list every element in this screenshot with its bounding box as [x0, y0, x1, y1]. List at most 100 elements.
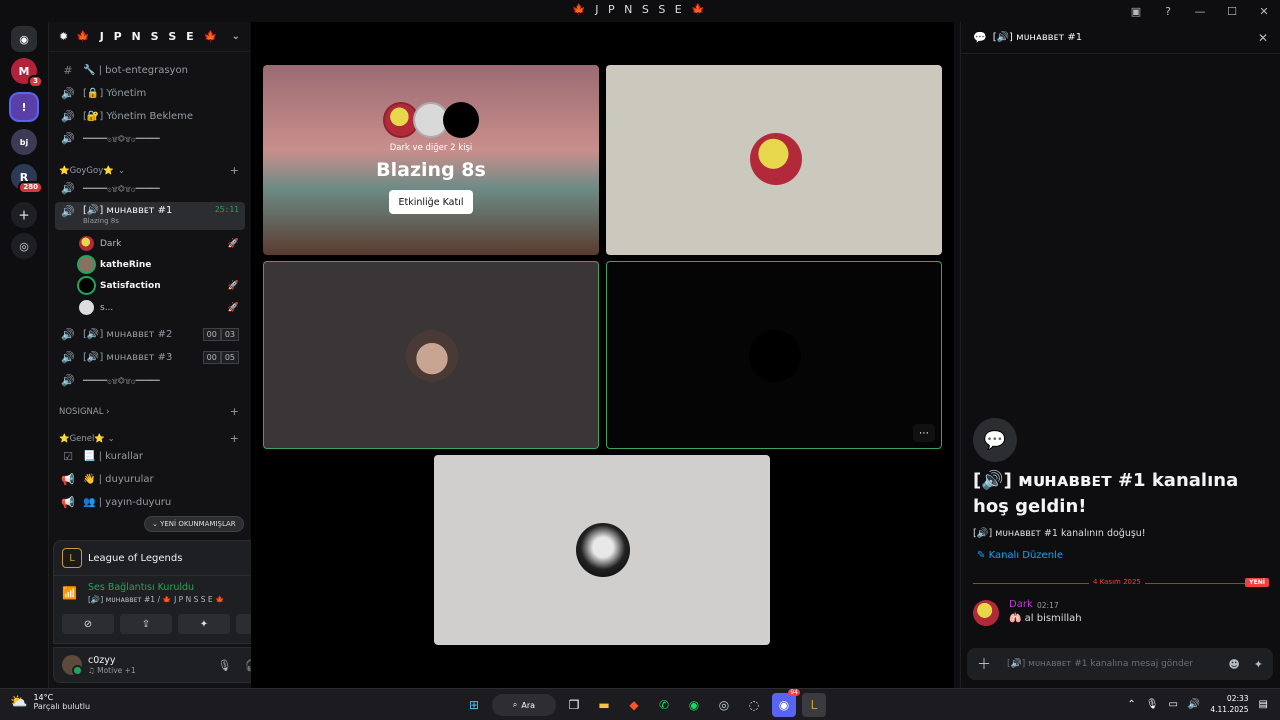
discord-home-icon[interactable]: ◉: [11, 26, 37, 52]
notifications-icon[interactable]: ▤: [1259, 699, 1268, 710]
help-icon[interactable]: ?: [1152, 0, 1184, 22]
server-label: !: [21, 100, 27, 114]
windows-start-icon[interactable]: ⊞: [462, 693, 486, 717]
category-label: ⭐GoyGoy⭐: [59, 165, 114, 176]
new-unreads-pill[interactable]: ⌄ YENİ OKUNMAMIŞLAR: [144, 516, 244, 532]
message-input[interactable]: [🔊] ᴍᴜʜᴀʙʙᴇᴛ #1 kanalına mesaj gönder: [1007, 659, 1193, 669]
channel-separator-2[interactable]: 🔊 ━━━━━۞۩⏣۩۞━━━━━: [55, 370, 245, 391]
camera-off-button[interactable]: ⊘: [62, 614, 114, 634]
join-activity-button[interactable]: Etkinliğe Katıl: [389, 190, 473, 214]
activity-subtitle: Dark ve diğer 2 kişi: [389, 143, 473, 153]
channel-yayin-duyuru[interactable]: 📢 👥 | yayın-duyuru: [55, 492, 245, 513]
weather-widget[interactable]: ⛅ 14°C Parçalı bulutlu: [10, 693, 90, 711]
app-icon[interactable]: ◌: [742, 693, 766, 717]
megaphone-icon: 📢: [61, 496, 75, 509]
server-header[interactable]: ✹ 🍁 J P N S S E 🍁 ⌄: [49, 22, 250, 52]
league-taskbar-icon[interactable]: L: [802, 693, 826, 717]
minimize-button[interactable]: —: [1184, 0, 1216, 22]
activity-tile[interactable]: Dark ve diğer 2 kişi Blazing 8s Etkinliğ…: [263, 65, 599, 255]
inbox-icon[interactable]: ▣: [1120, 0, 1152, 22]
screen-share-button[interactable]: ⇪: [120, 614, 172, 634]
category-genel[interactable]: ⭐Genel⭐ ⌄ +: [59, 432, 239, 445]
discord-taskbar-icon[interactable]: ◉ 94: [772, 689, 800, 717]
channel-kurallar[interactable]: ☑ 📃 | kurallar: [55, 446, 245, 467]
message-text: 🫁 al bismillah: [1009, 613, 1082, 624]
voice-user-s[interactable]: s... 🚀: [79, 298, 239, 317]
category-goygoy[interactable]: ⭐GoyGoy⭐ ⌄ +: [59, 164, 239, 177]
discover-icon[interactable]: ◎: [11, 233, 37, 259]
channel-duyurular[interactable]: 📢 👋 | duyurular: [55, 469, 245, 490]
hash-icon: #: [63, 64, 73, 77]
voice-tile-dark[interactable]: [606, 65, 942, 255]
channel-goygoy-separator[interactable]: 🔊 ━━━━━۞۩⏣۩۞━━━━━: [55, 178, 245, 199]
file-explorer-icon[interactable]: ▬: [592, 693, 616, 717]
add-channel-icon[interactable]: +: [230, 164, 239, 177]
voice-location[interactable]: [🔊] ᴍᴜʜᴀʙʙᴇᴛ #1 / 🍁 J P N S S E 🍁: [88, 595, 224, 604]
message-author[interactable]: Dark: [1009, 599, 1033, 610]
message-composer[interactable]: ＋ [🔊] ᴍᴜʜᴀʙʙᴇᴛ #1 kanalına mesaj gönder …: [967, 648, 1273, 680]
microphone-icon[interactable]: 🎙: [217, 659, 231, 672]
brave-browser-icon[interactable]: ◆: [622, 693, 646, 717]
steam-icon[interactable]: ◎: [712, 693, 736, 717]
edit-channel-link[interactable]: ✎ Kanalı Düzenle: [977, 550, 1063, 561]
volume-icon[interactable]: 🔊: [1188, 699, 1200, 710]
voice-tile-s[interactable]: [434, 455, 770, 645]
maximize-button[interactable]: ☐: [1216, 0, 1248, 22]
add-channel-icon[interactable]: +: [230, 405, 239, 418]
spotify-icon[interactable]: ◉: [682, 693, 706, 717]
taskbar-apps: ⊞ ⌕ Ara ❐ ▬ ◆ ✆ ◉ ◎ ◌ ◉ 94 L: [462, 689, 826, 717]
discord-badge: 94: [788, 689, 800, 696]
voice-tile-katherine[interactable]: [263, 261, 599, 449]
channel-muhabbet-1[interactable]: 🔊 [🔊] ᴍᴜʜᴀʙʙᴇᴛ #1 Blazing 8s 25:11: [55, 202, 245, 230]
clock[interactable]: 02:33 4.11.2025: [1210, 693, 1248, 715]
edit-channel-label: Kanalı Düzenle: [988, 550, 1063, 561]
activities-button[interactable]: ✦: [178, 614, 230, 634]
add-channel-icon[interactable]: +: [230, 432, 239, 445]
new-badge: YENİ: [1245, 578, 1269, 587]
more-options-icon[interactable]: ⋯: [913, 424, 935, 442]
network-icon[interactable]: ▭: [1168, 699, 1177, 710]
apps-icon[interactable]: ✦: [1254, 658, 1263, 671]
task-view-icon[interactable]: ❐: [562, 693, 586, 717]
channel-muhabbet-3[interactable]: 🔊 [🔊] ᴍᴜʜᴀʙʙᴇᴛ #3 00 05: [55, 347, 245, 368]
category-label: ⭐Genel⭐ ⌄: [59, 433, 115, 444]
avatar[interactable]: [62, 655, 83, 676]
add-server-icon[interactable]: ＋: [11, 202, 37, 228]
server-folder-icon[interactable]: bj: [11, 129, 37, 155]
voice-user-dark[interactable]: Dark 🚀: [79, 234, 239, 253]
avatar[interactable]: [973, 600, 999, 626]
speaker-icon: 🔊: [61, 374, 75, 387]
chevron-up-icon[interactable]: ⌃: [1127, 699, 1135, 710]
channel-yonetim-bekleme[interactable]: 🔊 [🔐] Yönetim Bekleme: [55, 106, 245, 127]
server-folder-icon-2[interactable]: R 280: [11, 164, 43, 194]
server-icon-jpnsse[interactable]: !: [11, 94, 37, 120]
voice-user-satisfaction[interactable]: Satisfaction 🚀: [79, 276, 239, 295]
channel-bot-entegrasyon[interactable]: # 🔧 | bot-entegrasyon: [55, 60, 245, 81]
whatsapp-icon[interactable]: ✆: [652, 693, 676, 717]
voice-status[interactable]: Ses Bağlantısı Kuruldu: [88, 582, 224, 593]
speaker-icon: 🔊: [61, 87, 75, 100]
voice-user-katherine[interactable]: katheRine: [79, 255, 239, 274]
avatar: [443, 102, 479, 138]
server-icon-m[interactable]: M 3: [11, 58, 43, 88]
microphone-icon[interactable]: 🎙: [1146, 699, 1159, 710]
emoji-icon[interactable]: ☻: [1228, 658, 1239, 671]
channel-muhabbet-2[interactable]: 🔊 [🔊] ᴍᴜʜᴀʙʙᴇᴛ #2 00 03: [55, 324, 245, 345]
category-nosignal[interactable]: NOSIGNAL › +: [59, 405, 239, 418]
close-button[interactable]: ✕: [1248, 0, 1280, 22]
close-icon[interactable]: ✕: [1258, 31, 1268, 45]
channel-label: ━━━━━۞۩⏣۩۞━━━━━: [83, 375, 160, 385]
window-title: 🍁 J P N S S E 🍁: [572, 3, 708, 16]
avatar: [576, 523, 630, 577]
attach-plus-icon[interactable]: ＋: [977, 654, 991, 674]
avatar: [79, 300, 94, 315]
username[interactable]: c0zyy: [88, 655, 136, 666]
taskbar-search[interactable]: ⌕ Ara: [492, 694, 556, 716]
server-name: 🍁 J P N S S E 🍁: [76, 30, 221, 43]
channel-yonetim[interactable]: 🔊 [🔒] Yönetim: [55, 83, 245, 104]
megaphone-icon: 📢: [61, 473, 75, 486]
voice-user-name: Satisfaction: [100, 280, 161, 291]
channel-separator[interactable]: 🔊 ━━━━━۞۩⏣۩۞━━━━━: [55, 128, 245, 149]
weather-desc: Parçalı bulutlu: [33, 702, 91, 711]
voice-tile-satisfaction[interactable]: ⋯: [606, 261, 942, 449]
